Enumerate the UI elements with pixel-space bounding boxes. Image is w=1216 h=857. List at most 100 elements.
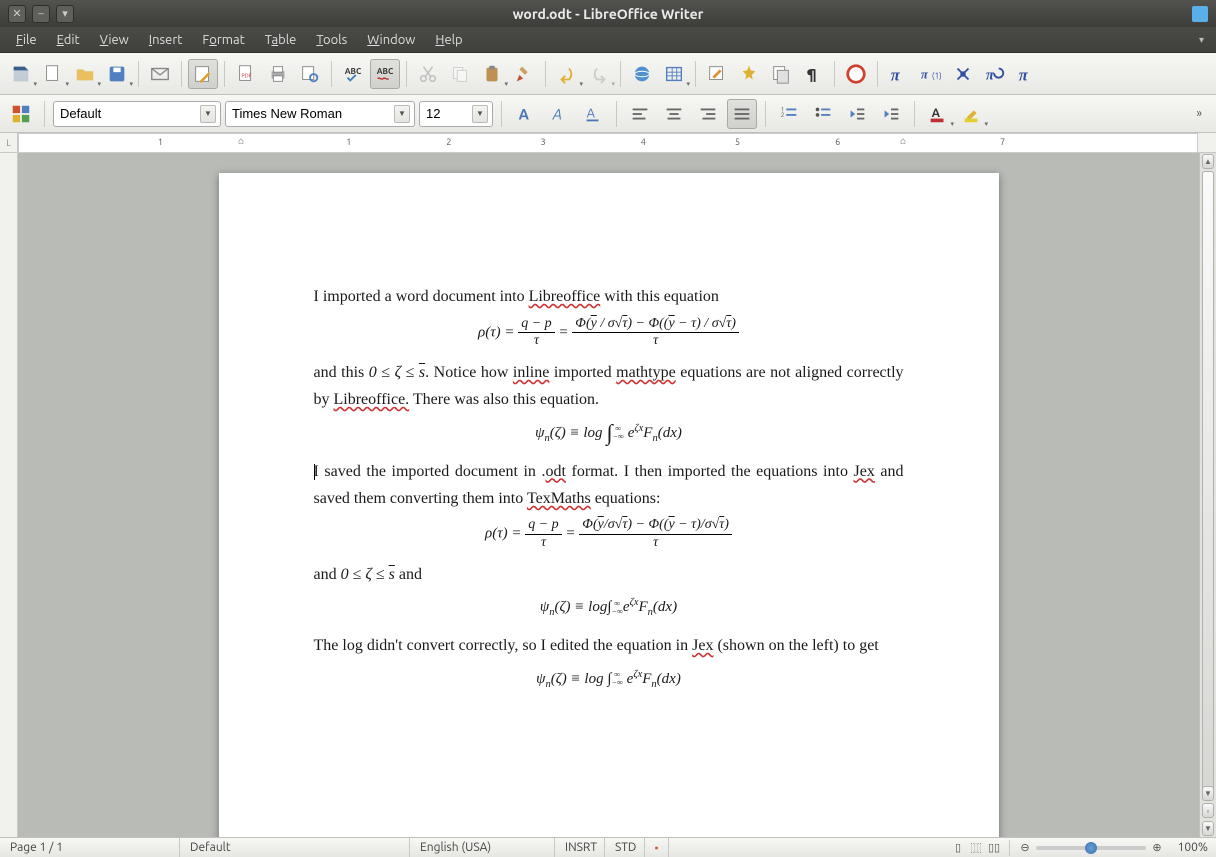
paragraph[interactable]: I saved the imported document in .odt fo… — [314, 458, 904, 512]
hyperlink-button[interactable] — [627, 59, 657, 89]
right-indent-marker-icon[interactable]: ⌂ — [900, 135, 906, 147]
edit-mode-button[interactable] — [188, 59, 218, 89]
save-button[interactable]: ▾ — [102, 59, 132, 89]
spell-error[interactable]: inline — [513, 364, 549, 381]
find-replace-button[interactable] — [734, 59, 764, 89]
status-page[interactable]: Page 1 / 1 — [0, 838, 180, 857]
font-size-combo[interactable]: ▼ — [419, 101, 493, 127]
export-pdf-button[interactable]: PDF — [231, 59, 261, 89]
toolbar-overflow-button[interactable]: » — [1196, 107, 1210, 120]
spell-error[interactable]: Jex — [692, 637, 713, 654]
redo-button[interactable]: ▾ — [584, 59, 614, 89]
help-button[interactable] — [841, 59, 871, 89]
bullet-list-button[interactable] — [808, 99, 838, 129]
align-justify-button[interactable] — [727, 99, 757, 129]
nonprinting-chars-button[interactable]: ¶ — [798, 59, 828, 89]
align-center-button[interactable] — [659, 99, 689, 129]
equation-display[interactable]: ρ(τ) = q − pτ = Φ(y/σ√τ) − Φ((y − τ)/σ√τ… — [314, 518, 904, 550]
format-paintbrush-button[interactable] — [509, 59, 539, 89]
status-language[interactable]: English (USA) — [410, 838, 555, 857]
menu-table[interactable]: Table — [255, 30, 307, 50]
zoom-in-button[interactable]: ⊕ — [1150, 841, 1164, 855]
texmaths-equation-button[interactable]: π — [884, 59, 914, 89]
document-page[interactable]: I imported a word document into Libreoff… — [219, 173, 999, 837]
menu-edit[interactable]: Edit — [47, 30, 90, 50]
align-left-button[interactable] — [625, 99, 655, 129]
bold-button[interactable]: A — [510, 99, 540, 129]
document-body[interactable]: I imported a word document into Libreoff… — [314, 283, 904, 694]
cut-button[interactable] — [413, 59, 443, 89]
view-single-page-icon[interactable]: ▯ — [951, 841, 965, 855]
open-url-button[interactable]: ▾ — [6, 59, 36, 89]
menu-format[interactable]: Format — [192, 30, 254, 50]
view-book-icon[interactable]: ▯▯ — [987, 841, 1001, 855]
window-close-button[interactable]: ✕ — [8, 5, 26, 23]
equation-display[interactable]: ψn(ζ) ≡ log ∫∞−∞ eζxFn(dx) — [314, 666, 904, 694]
zoom-slider-knob[interactable] — [1085, 842, 1097, 854]
equation-display[interactable]: ψn(ζ) ≡ log ∫∞−∞ eζxFn(dx) — [314, 420, 904, 448]
equation-display[interactable]: ψn(ζ) ≡ log∫∞−∞eζxFn(dx) — [314, 594, 904, 622]
menu-insert[interactable]: Insert — [139, 30, 193, 50]
paragraph[interactable]: I imported a word document into Libreoff… — [314, 283, 904, 310]
zoom-percent[interactable]: 100% — [1168, 841, 1208, 854]
spell-error[interactable]: Jex — [854, 463, 875, 480]
new-button[interactable]: ▾ — [38, 59, 68, 89]
font-name-combo[interactable]: ▼ — [225, 101, 415, 127]
texmaths-recompile-button[interactable]: π — [980, 59, 1010, 89]
scroll-thumb[interactable] — [1202, 171, 1214, 797]
font-name-input[interactable] — [232, 106, 408, 121]
scroll-up-button[interactable]: ▲ — [1202, 154, 1214, 169]
scroll-down-button[interactable]: ▼ — [1202, 786, 1214, 801]
zoom-slider[interactable] — [1036, 846, 1146, 850]
print-preview-button[interactable] — [295, 59, 325, 89]
spell-error[interactable]: mathtype — [616, 364, 676, 381]
status-selection-mode[interactable]: STD — [605, 838, 645, 857]
texmaths-config-button[interactable] — [948, 59, 978, 89]
spell-error[interactable]: TexMaths — [527, 490, 591, 507]
status-insert-mode[interactable]: INSRT — [555, 838, 605, 857]
texmaths-numbered-button[interactable]: π(1) — [916, 59, 946, 89]
paragraph[interactable]: The log didn't convert correctly, so I e… — [314, 632, 904, 659]
email-button[interactable] — [145, 59, 175, 89]
vertical-scrollbar[interactable]: ▲ ▼ ◦ ▼ — [1199, 153, 1216, 837]
undo-button[interactable]: ▾ — [552, 59, 582, 89]
menu-window[interactable]: Window — [357, 30, 425, 50]
paragraph[interactable]: and 0 ≤ ζ ≤ s and — [314, 561, 904, 588]
dropdown-arrow-icon[interactable]: ▼ — [200, 105, 216, 123]
underline-button[interactable]: A — [578, 99, 608, 129]
menu-file[interactable]: File — [6, 30, 47, 50]
menu-tools[interactable]: Tools — [306, 30, 357, 50]
inline-equation[interactable]: 0 ≤ ζ ≤ s — [369, 364, 425, 381]
dropdown-arrow-icon[interactable]: ▼ — [394, 105, 410, 123]
numbered-list-button[interactable]: 12 — [774, 99, 804, 129]
next-page-button[interactable]: ▼ — [1202, 821, 1214, 836]
paste-button[interactable]: ▾ — [477, 59, 507, 89]
texmaths-sysconfig-button[interactable]: π — [1012, 59, 1042, 89]
horizontal-ruler[interactable]: 1 ⌂ 1 2 3 4 5 6 ⌂ 7 — [18, 133, 1198, 153]
paragraph-style-input[interactable] — [60, 106, 214, 121]
indent-marker-icon[interactable]: ⌂ — [238, 135, 244, 147]
zoom-out-button[interactable]: ⊖ — [1018, 841, 1032, 855]
prev-page-button[interactable]: ◦ — [1202, 803, 1214, 818]
italic-button[interactable]: A — [544, 99, 574, 129]
styles-button[interactable] — [6, 99, 36, 129]
increase-indent-button[interactable] — [876, 99, 906, 129]
paragraph-style-combo[interactable]: ▼ — [53, 101, 221, 127]
decrease-indent-button[interactable] — [842, 99, 872, 129]
window-maximize-button[interactable]: ▾ — [56, 5, 74, 23]
align-right-button[interactable] — [693, 99, 723, 129]
window-minimize-button[interactable]: – — [32, 5, 50, 23]
show-draw-functions-button[interactable] — [702, 59, 732, 89]
view-multi-page-icon[interactable]: ⿲ — [969, 841, 983, 855]
open-button[interactable]: ▾ — [70, 59, 100, 89]
status-style[interactable]: Default — [180, 838, 410, 857]
dropdown-arrow-icon[interactable]: ▼ — [472, 105, 488, 123]
vertical-ruler[interactable] — [0, 153, 18, 837]
paragraph[interactable]: and this 0 ≤ ζ ≤ s. Notice how inline im… — [314, 359, 904, 413]
auto-spellcheck-button[interactable]: ABC — [370, 59, 400, 89]
menu-view[interactable]: View — [90, 30, 139, 50]
print-button[interactable] — [263, 59, 293, 89]
spellcheck-button[interactable]: ABC — [338, 59, 368, 89]
page-view[interactable]: I imported a word document into Libreoff… — [18, 153, 1199, 837]
spell-error[interactable]: odt — [546, 463, 566, 480]
